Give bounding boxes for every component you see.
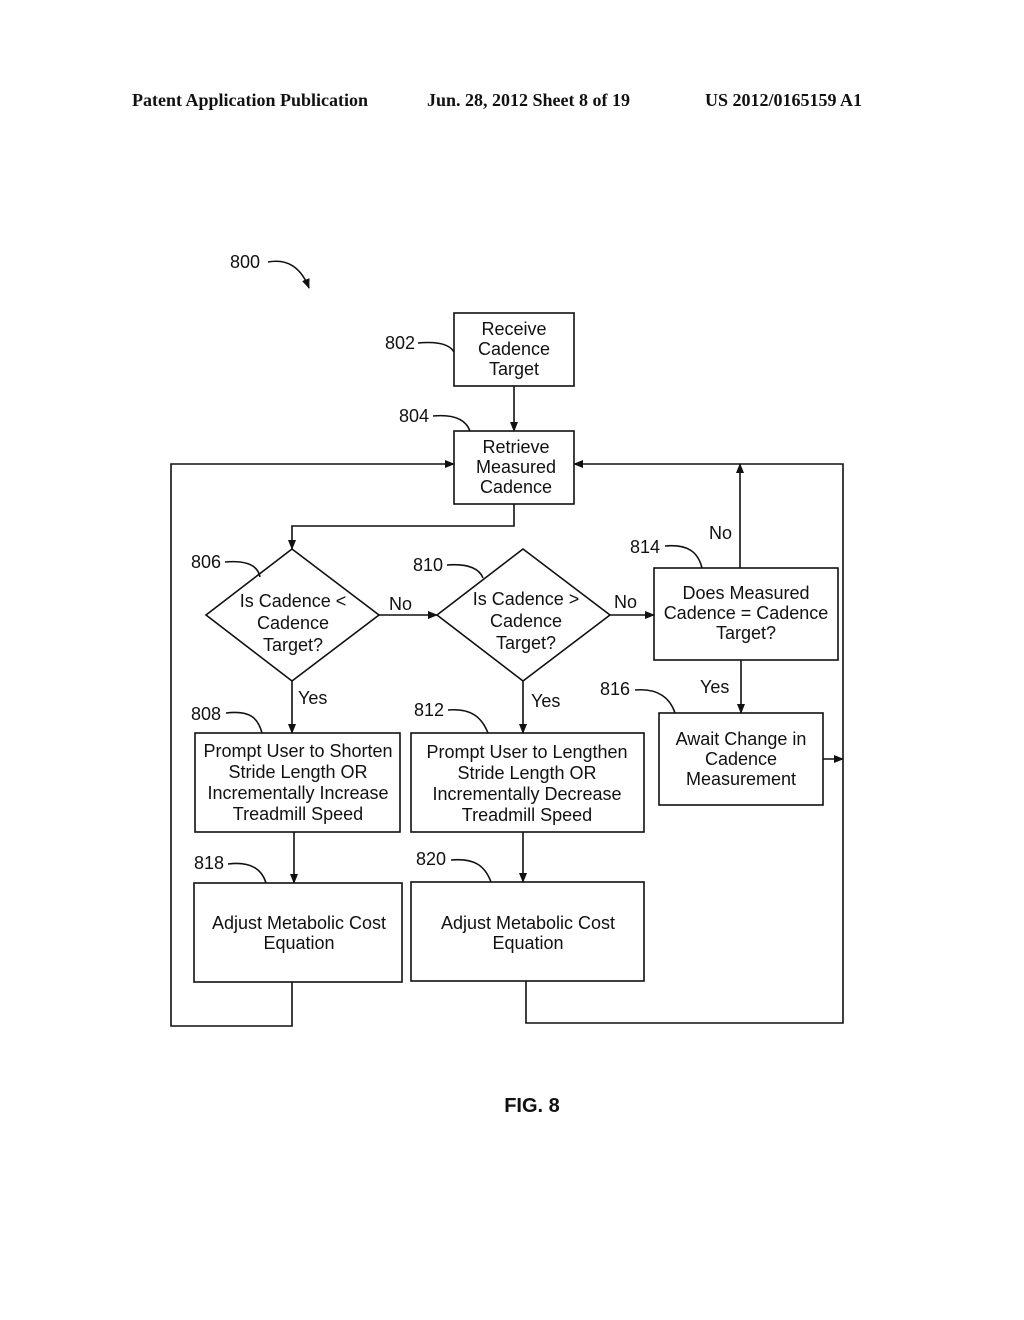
edge-label-yes-810: Yes bbox=[531, 691, 560, 711]
node-804-text-line: Cadence bbox=[480, 477, 552, 497]
ref-814: 814 bbox=[630, 537, 660, 557]
figure-label: FIG. 8 bbox=[504, 1095, 560, 1117]
node-816-text-line: Await Change in bbox=[676, 729, 807, 749]
node-810-text-line: Target? bbox=[496, 633, 556, 653]
edge-label-yes-814: Yes bbox=[700, 677, 729, 697]
leader-818 bbox=[227, 862, 267, 884]
node-808-text-line: Prompt User to Shorten bbox=[203, 741, 392, 761]
node-814-text-line: Target? bbox=[716, 623, 776, 643]
node-814-text-line: Cadence = Cadence bbox=[664, 603, 829, 623]
node-806-text-line: Target? bbox=[263, 635, 323, 655]
leader-808 bbox=[225, 711, 263, 734]
leader-802 bbox=[417, 341, 455, 353]
edge-label-no-806: No bbox=[389, 594, 412, 614]
ref-820: 820 bbox=[416, 849, 446, 869]
node-806-text-line: Cadence bbox=[257, 613, 329, 633]
ref-816: 816 bbox=[600, 679, 630, 699]
leader-804 bbox=[432, 414, 471, 432]
node-802-text-line: Target bbox=[489, 359, 539, 379]
node-814-text-line: Does Measured bbox=[682, 583, 809, 603]
leader-814 bbox=[664, 544, 703, 569]
ref-806: 806 bbox=[191, 552, 221, 572]
node-812-text-line: Treadmill Speed bbox=[462, 805, 592, 825]
node-802-text-line: Receive bbox=[481, 319, 546, 339]
edge-label-no-810: No bbox=[614, 592, 637, 612]
leader-816 bbox=[634, 688, 676, 714]
node-808-text-line: Incrementally Increase bbox=[207, 783, 388, 803]
node-804-text-line: Measured bbox=[476, 457, 556, 477]
node-812-text-line: Prompt User to Lengthen bbox=[426, 742, 627, 762]
ref-818: 818 bbox=[194, 853, 224, 873]
node-816-text-line: Cadence bbox=[705, 749, 777, 769]
node-810-text-line: Cadence bbox=[490, 611, 562, 631]
ref-810: 810 bbox=[413, 555, 443, 575]
ref-812: 812 bbox=[414, 700, 444, 720]
ref-808: 808 bbox=[191, 704, 221, 724]
leader-810 bbox=[446, 563, 484, 579]
node-808-text-line: Stride Length OR bbox=[228, 762, 367, 782]
edge-label-yes-806: Yes bbox=[298, 688, 327, 708]
node-810-text-line: Is Cadence > bbox=[473, 589, 580, 609]
ref-800: 800 bbox=[230, 252, 260, 272]
ref-802: 802 bbox=[385, 333, 415, 353]
figure-ref-arrow bbox=[267, 260, 310, 289]
node-808-text-line: Treadmill Speed bbox=[233, 804, 363, 824]
leader-812 bbox=[447, 708, 489, 734]
node-820-text-line: Adjust Metabolic Cost bbox=[441, 913, 615, 933]
node-818-text-line: Adjust Metabolic Cost bbox=[212, 913, 386, 933]
node-820-text-line: Equation bbox=[492, 933, 563, 953]
node-818-text-line: Equation bbox=[263, 933, 334, 953]
leader-820 bbox=[450, 858, 492, 883]
ref-804: 804 bbox=[399, 406, 429, 426]
node-812-text-line: Stride Length OR bbox=[457, 763, 596, 783]
flowchart: 800 802 804 806 810 814 808 812 816 818 … bbox=[170, 252, 844, 1117]
node-806-text-line: Is Cadence < bbox=[240, 591, 347, 611]
edge-804-806 bbox=[288, 504, 515, 550]
node-812-text-line: Incrementally Decrease bbox=[432, 784, 621, 804]
leader-806 bbox=[224, 560, 261, 578]
node-804-text-line: Retrieve bbox=[482, 437, 549, 457]
edge-label-no-814: No bbox=[709, 523, 732, 543]
node-802-text-line: Cadence bbox=[478, 339, 550, 359]
node-816-text-line: Measurement bbox=[686, 769, 796, 789]
